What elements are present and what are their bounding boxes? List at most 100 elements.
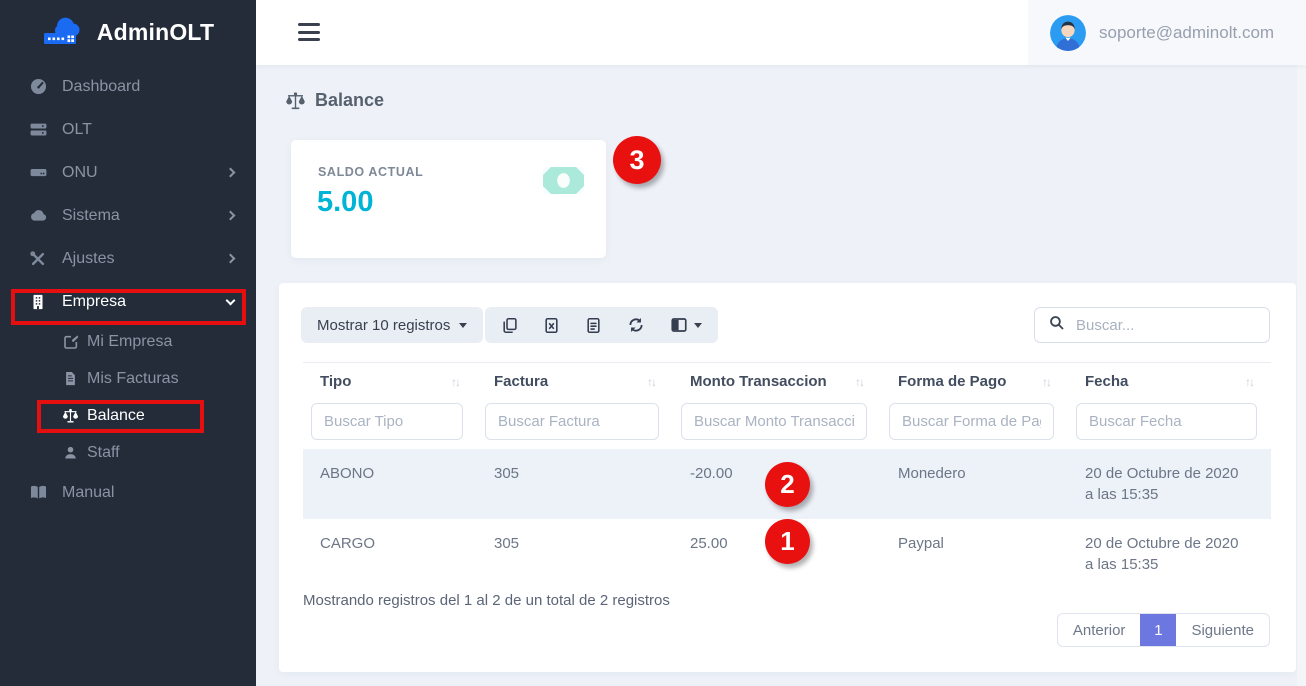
column-label: Forma de Pago <box>898 373 1006 390</box>
submenu-item-mis-facturas[interactable]: Mis Facturas <box>0 360 256 397</box>
sidebar-item-sistema[interactable]: Sistema <box>0 194 256 237</box>
filter-factura-input[interactable] <box>485 403 659 440</box>
page-length-label: Mostrar 10 registros <box>317 317 450 334</box>
app-logo[interactable]: AdminOLT <box>0 0 256 65</box>
export-buttons <box>485 307 718 343</box>
sidebar-item-label: Manual <box>62 484 114 502</box>
column-label: Tipo <box>320 373 351 390</box>
column-header-tipo[interactable]: Tipo ↑↓ <box>303 363 477 399</box>
page-title-text: Balance <box>315 90 384 111</box>
column-header-factura[interactable]: Factura ↑↓ <box>477 363 673 399</box>
sidebar-item-label: Sistema <box>62 207 120 225</box>
cell-factura: 305 <box>477 519 673 589</box>
cell-forma: Paypal <box>881 519 1068 589</box>
column-header-monto[interactable]: Monto Transaccion ↑↓ <box>673 363 881 399</box>
server-icon <box>28 120 48 140</box>
balance-scale-icon <box>285 90 306 111</box>
chevron-right-icon <box>226 211 236 221</box>
balance-card-label: SALDO ACTUAL <box>318 165 423 179</box>
search-input[interactable] <box>1076 317 1256 334</box>
sidebar-item-label: Ajustes <box>62 250 114 268</box>
sort-icon[interactable]: ↑↓ <box>1042 375 1050 389</box>
cell-fecha: 20 de Octubre de 2020 a las 15:35 <box>1068 519 1268 589</box>
annotation-step-1: 1 <box>765 519 810 564</box>
cell-factura: 305 <box>477 449 673 519</box>
search-icon <box>1048 314 1065 336</box>
column-visibility-button[interactable] <box>670 316 702 334</box>
user-menu[interactable]: soporte@adminolt.com <box>1028 0 1306 65</box>
sidebar-item-manual[interactable]: Manual <box>0 471 256 514</box>
sidebar-item-ajustes[interactable]: Ajustes <box>0 237 256 280</box>
submenu-item-label: Mi Empresa <box>87 333 172 351</box>
submenu-item-staff[interactable]: Staff <box>0 434 256 471</box>
user-email: soporte@adminolt.com <box>1099 23 1274 43</box>
page-length-dropdown[interactable]: Mostrar 10 registros <box>301 307 483 343</box>
filter-monto-input[interactable] <box>681 403 867 440</box>
main-content: Balance SALDO ACTUAL 5.00 Mostrar 10 reg… <box>256 65 1306 686</box>
logo-cloud-olt-icon <box>42 11 88 54</box>
cell-tipo: CARGO <box>303 519 477 589</box>
sidebar-item-label: Dashboard <box>62 78 140 96</box>
sidebar-item-dashboard[interactable]: Dashboard <box>0 65 256 108</box>
pagination: Anterior 1 Siguiente <box>1057 613 1270 647</box>
pagination-prev-button[interactable]: Anterior <box>1058 614 1141 646</box>
sidebar-item-olt[interactable]: OLT <box>0 108 256 151</box>
filter-forma-de-pago-input[interactable] <box>889 403 1054 440</box>
table-filter-row <box>303 399 1271 449</box>
sort-icon[interactable]: ↑↓ <box>1245 375 1253 389</box>
column-header-forma-de-pago[interactable]: Forma de Pago ↑↓ <box>881 363 1068 399</box>
topbar: soporte@adminolt.com <box>256 0 1306 65</box>
sort-icon[interactable]: ↑↓ <box>855 375 863 389</box>
column-label: Fecha <box>1085 373 1128 390</box>
excel-export-button[interactable] <box>543 317 560 334</box>
pagination-next-button[interactable]: Siguiente <box>1176 614 1269 646</box>
tools-icon <box>28 249 48 269</box>
invoice-icon <box>62 370 79 387</box>
caret-down-icon <box>459 323 467 328</box>
user-avatar <box>1050 15 1086 51</box>
sidebar-item-label: OLT <box>62 121 92 139</box>
filter-tipo-input[interactable] <box>311 403 463 440</box>
cloud-icon <box>28 206 48 226</box>
menu-toggle-icon[interactable] <box>298 23 320 46</box>
window-scrollbar[interactable] <box>1297 65 1306 686</box>
copy-button[interactable] <box>501 317 518 334</box>
annotation-step-3: 3 <box>613 136 661 184</box>
balance-card: SALDO ACTUAL 5.00 <box>291 140 606 258</box>
sort-icon[interactable]: ↑↓ <box>451 375 459 389</box>
submenu-item-label: Staff <box>87 444 120 462</box>
dashboard-icon <box>28 77 48 97</box>
table-header-row: Tipo ↑↓ Factura ↑↓ Monto Transaccion ↑↓ … <box>303 362 1271 399</box>
column-label: Monto Transaccion <box>690 373 827 390</box>
sidebar-item-onu[interactable]: ONU <box>0 151 256 194</box>
cell-tipo: ABONO <box>303 449 477 519</box>
column-header-fecha[interactable]: Fecha ↑↓ <box>1068 363 1271 399</box>
sidebar: AdminOLT Dashboard OLT ONU Sistema <box>0 0 256 686</box>
table-info: Mostrando registros del 1 al 2 de un tot… <box>303 592 670 609</box>
annotation-step-2: 2 <box>765 462 810 507</box>
user-icon <box>62 444 79 461</box>
book-icon <box>28 483 48 503</box>
edit-icon <box>62 333 79 350</box>
empresa-submenu: Mi Empresa Mis Facturas Balance Staff <box>0 323 256 471</box>
chevron-right-icon <box>226 254 236 264</box>
submenu-item-mi-empresa[interactable]: Mi Empresa <box>0 323 256 360</box>
annotation-box-balance <box>37 400 204 433</box>
pagination-page-1[interactable]: 1 <box>1140 614 1176 646</box>
table-toolbar: Mostrar 10 registros <box>301 307 718 343</box>
sort-icon[interactable]: ↑↓ <box>647 375 655 389</box>
column-label: Factura <box>494 373 548 390</box>
refresh-button[interactable] <box>627 316 645 334</box>
sidebar-item-label: ONU <box>62 164 98 182</box>
file-export-button[interactable] <box>585 317 602 334</box>
filter-fecha-input[interactable] <box>1076 403 1257 440</box>
money-bill-icon <box>543 167 584 199</box>
annotation-box-empresa <box>11 289 246 325</box>
logo-text: AdminOLT <box>97 19 214 46</box>
submenu-item-label: Mis Facturas <box>87 370 179 388</box>
table-search <box>1034 307 1270 343</box>
cell-forma: Monedero <box>881 449 1068 519</box>
caret-down-icon <box>694 323 702 328</box>
chevron-right-icon <box>226 168 236 178</box>
cell-fecha: 20 de Octubre de 2020 a las 15:35 <box>1068 449 1268 519</box>
